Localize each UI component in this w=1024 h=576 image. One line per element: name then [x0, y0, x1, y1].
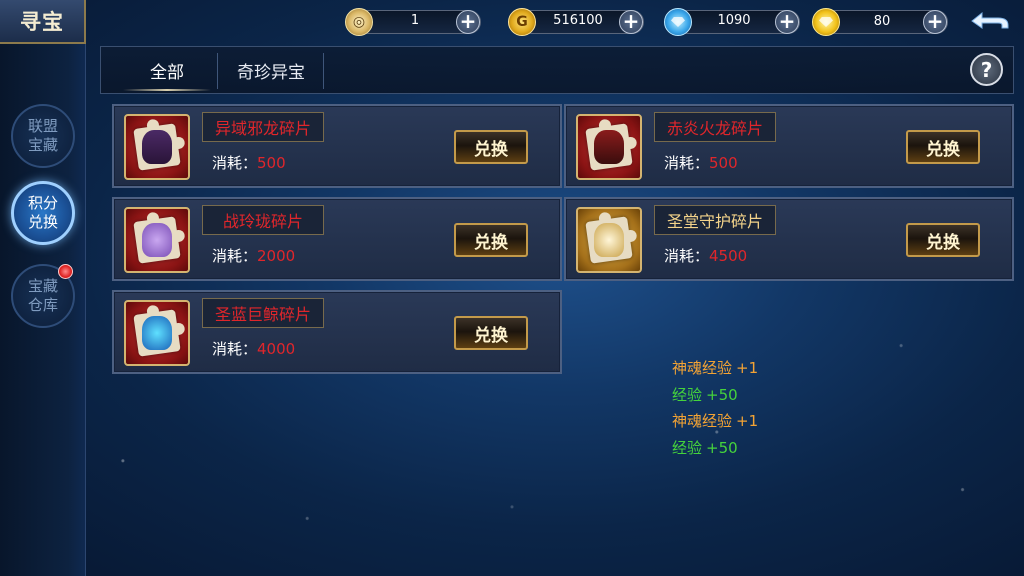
- item-icon: [576, 207, 642, 273]
- exchange-card: 异域邪龙碎片 消耗：500 兑换: [112, 104, 562, 188]
- sidebar-item-label: 联盟 宝藏: [27, 117, 58, 154]
- exchange-button[interactable]: 兑换: [454, 130, 528, 164]
- sidebar-item-label: 积分 兑换: [27, 194, 58, 231]
- sidebar-item-alliance-treasure[interactable]: 联盟 宝藏: [11, 104, 75, 168]
- gold-coin-icon: G: [508, 8, 536, 36]
- tab-all[interactable]: 全部: [115, 47, 219, 93]
- reward-log-entry: 神魂经验 +1: [672, 412, 759, 430]
- item-name: 战玲珑碎片: [202, 205, 324, 235]
- item-cost: 消耗：4500: [664, 247, 748, 265]
- item-icon: [124, 300, 190, 366]
- exchange-card: 战玲珑碎片 消耗：2000 兑换: [112, 197, 562, 281]
- sidebar-item-points-exchange[interactable]: 积分 兑换: [11, 181, 75, 245]
- exchange-button[interactable]: 兑换: [454, 223, 528, 257]
- exchange-button[interactable]: 兑换: [906, 223, 980, 257]
- active-tab-indicator: [123, 89, 211, 91]
- exchange-button[interactable]: 兑换: [906, 130, 980, 164]
- item-icon: [576, 114, 642, 180]
- item-cost: 消耗：500: [664, 154, 738, 172]
- item-name: 圣堂守护碎片: [654, 205, 776, 235]
- item-cost: 消耗：500: [212, 154, 286, 172]
- item-icon: [124, 114, 190, 180]
- item-cost: 消耗：2000: [212, 247, 296, 265]
- yellow-diamond-icon: [812, 8, 840, 36]
- tab-divider: [323, 53, 324, 89]
- add-yellow-diamond-button[interactable]: +: [923, 10, 947, 34]
- currency-gold: G 516100 +: [508, 8, 644, 36]
- currency-silver: ◎ 1 +: [345, 8, 481, 36]
- tab-rare-treasures[interactable]: 奇珍异宝: [219, 47, 323, 93]
- exchange-card: 圣堂守护碎片 消耗：4500 兑换: [564, 197, 1014, 281]
- add-blue-diamond-button[interactable]: +: [775, 10, 799, 34]
- exchange-card: 赤炎火龙碎片 消耗：500 兑换: [564, 104, 1014, 188]
- tab-bar: 全部 奇珍异宝: [100, 46, 1014, 94]
- item-name: 异域邪龙碎片: [202, 112, 324, 142]
- reward-log-entry: 经验 +50: [672, 439, 738, 457]
- silver-coin-icon: ◎: [345, 8, 373, 36]
- currency-value: 1090: [717, 13, 751, 28]
- help-button[interactable]: ?: [970, 53, 1003, 86]
- item-cost: 消耗：4000: [212, 340, 296, 358]
- add-silver-button[interactable]: +: [456, 10, 480, 34]
- blue-diamond-icon: [664, 8, 692, 36]
- tab-divider: [217, 53, 218, 89]
- currency-value: 80: [873, 14, 891, 29]
- add-gold-button[interactable]: +: [619, 10, 643, 34]
- window-title: 寻宝: [0, 0, 86, 44]
- exchange-card: 圣蓝巨鲸碎片 消耗：4000 兑换: [112, 290, 562, 374]
- exchange-button[interactable]: 兑换: [454, 316, 528, 350]
- item-name: 赤炎火龙碎片: [654, 112, 776, 142]
- sidebar-item-label: 宝藏 仓库: [27, 277, 58, 314]
- currency-yellow-diamond: 80 +: [812, 8, 948, 36]
- item-name: 圣蓝巨鲸碎片: [202, 298, 324, 328]
- item-icon: [124, 207, 190, 273]
- reward-log-entry: 经验 +50: [672, 386, 738, 404]
- currency-value: 1: [410, 13, 420, 28]
- currency-blue-diamond: 1090 +: [664, 8, 800, 36]
- reward-log-entry: 神魂经验 +1: [672, 359, 759, 377]
- currency-value: 516100: [553, 13, 603, 28]
- notification-badge: [58, 264, 73, 279]
- back-arrow-icon[interactable]: [968, 8, 1012, 34]
